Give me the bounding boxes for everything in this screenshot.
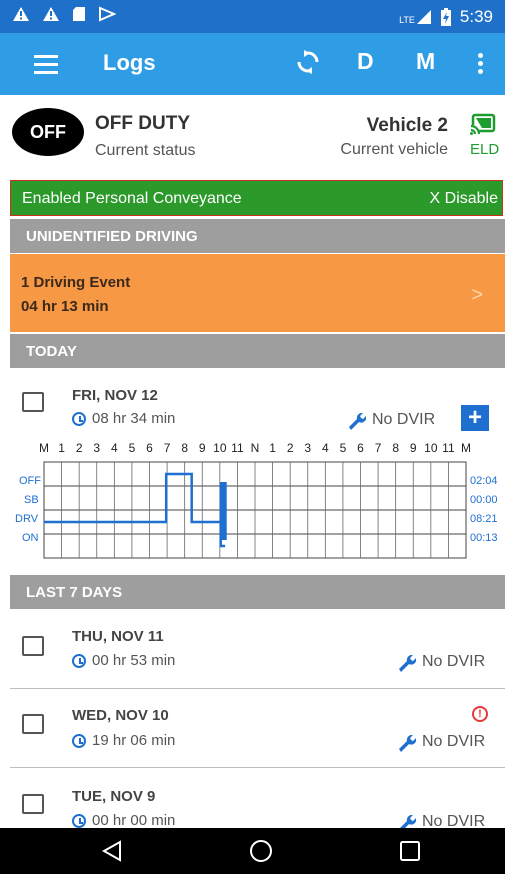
dvir-status[interactable]: No DVIR <box>396 732 485 752</box>
total-off: 02:04 <box>470 475 498 487</box>
clock-icon <box>72 813 86 828</box>
day-duration: 19 hr 06 min <box>72 732 175 749</box>
dvir-status[interactable]: No DVIR <box>396 652 485 672</box>
dvir-text: No DVIR <box>422 653 486 670</box>
duration-text: 19 hr 06 min <box>92 732 176 749</box>
total-on: 00:13 <box>470 532 498 544</box>
duty-on-marker <box>219 482 227 540</box>
wrench-icon <box>399 734 416 752</box>
day-checkbox[interactable] <box>22 714 44 734</box>
section-title: LAST 7 DAYS <box>26 584 123 601</box>
clock-icon <box>72 653 86 668</box>
dvir-text: No DVIR <box>422 733 486 750</box>
day-duration: 00 hr 53 min <box>72 652 175 669</box>
day-checkbox[interactable] <box>22 794 44 814</box>
day-checkbox[interactable] <box>22 636 44 656</box>
total-sb: 00:00 <box>470 494 498 506</box>
duration-text: 00 hr 53 min <box>92 652 176 669</box>
clock-icon <box>72 733 86 748</box>
home-circle-icon[interactable] <box>249 839 273 863</box>
divider <box>10 688 505 689</box>
total-drv: 08:21 <box>470 513 498 525</box>
day-duration: 00 hr 00 min <box>72 812 175 829</box>
alert-icon[interactable]: ! <box>472 706 488 722</box>
duration-text: 00 hr 00 min <box>92 812 176 829</box>
last-7-days-header: LAST 7 DAYS <box>10 575 505 609</box>
day-date[interactable]: WED, NOV 10 <box>72 707 169 724</box>
system-nav-bar <box>0 828 505 874</box>
day-date[interactable]: THU, NOV 11 <box>72 628 164 645</box>
day-date[interactable]: TUE, NOV 9 <box>72 788 155 805</box>
back-triangle-icon[interactable] <box>101 840 123 862</box>
recents-square-icon[interactable] <box>400 841 420 861</box>
divider <box>10 767 505 768</box>
wrench-icon <box>399 654 416 672</box>
